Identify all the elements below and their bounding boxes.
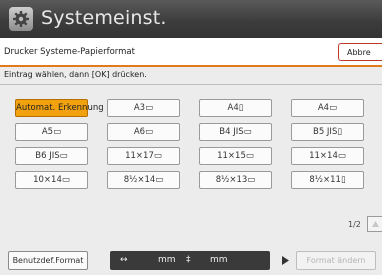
format-option[interactable]: A4▭ [291,99,364,117]
format-option[interactable]: Automat. Erkennung [15,99,104,117]
format-option[interactable]: A3▭ [107,99,180,117]
format-option[interactable]: B4 JIS▭ [199,123,272,141]
format-option[interactable]: 11×17▭ [107,147,180,165]
custom-format-button[interactable]: Benutzdef.Format [8,251,88,270]
page-indicator: 1/2 [348,220,361,229]
format-option[interactable]: 10×14▭ [15,171,88,189]
height-icon: ‡ [186,255,191,265]
dimension-field[interactable]: ↔ mm ‡ mm [110,251,270,270]
format-option[interactable]: 11×15▭ [199,147,272,165]
format-option[interactable]: 8½×13▭ [199,171,272,189]
change-format-button[interactable]: Format ändern [296,251,376,270]
arrow-up-icon [372,221,379,227]
height-unit: mm [210,255,228,265]
settings-gear-icon [9,7,33,31]
window-title: Systemeinst. [41,7,167,29]
arrow-right-icon [282,256,289,265]
previous-page-button[interactable] [367,216,382,232]
format-option[interactable]: A6▭ [107,123,180,141]
title-bar: Systemeinst. [0,0,382,38]
format-option[interactable]: B6 JIS▭ [15,147,88,165]
page-header: Drucker Systeme-Papierformat Abbre [0,38,382,67]
page-title: Drucker Systeme-Papierformat [4,47,135,57]
instruction-text: Eintrag wählen, dann [OK] drücken. [4,70,147,79]
format-option[interactable]: 8½×11▯ [291,171,364,189]
format-option[interactable]: A5▭ [15,123,88,141]
width-unit: mm [158,255,176,265]
screen: Systemeinst. Drucker Systeme-Papierforma… [0,0,382,275]
width-icon: ↔ [120,255,128,265]
divider [0,84,382,85]
abort-button[interactable]: Abbre [338,43,382,61]
format-option[interactable]: A4▯ [199,99,272,117]
format-option[interactable]: 11×14▭ [291,147,364,165]
format-option[interactable]: B5 JIS▯ [291,123,364,141]
format-option[interactable]: 8½×14▭ [107,171,180,189]
